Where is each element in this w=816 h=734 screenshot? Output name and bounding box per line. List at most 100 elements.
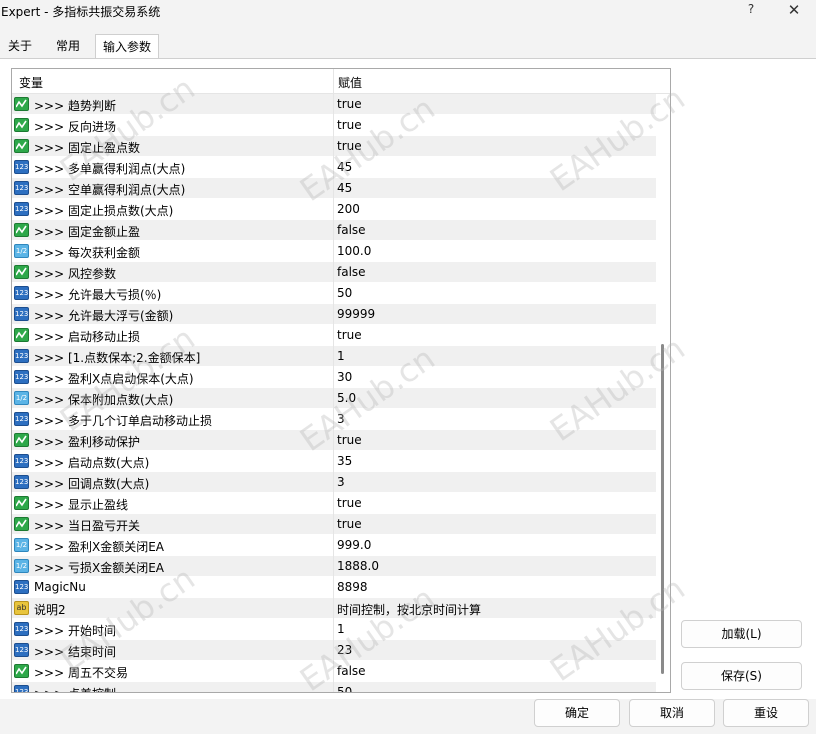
- parameter-row[interactable]: 123 >>> 空单赢得利润点(大点) 45: [12, 178, 656, 199]
- parameter-value[interactable]: 3: [337, 412, 345, 426]
- ok-button[interactable]: 确定: [534, 699, 620, 727]
- load-button[interactable]: 加载(L): [681, 620, 802, 648]
- parameter-row[interactable]: >>> 反向进场 true: [12, 115, 656, 136]
- cell-divider: [333, 178, 334, 199]
- parameter-value[interactable]: 时间控制，按北京时间计算: [337, 601, 481, 618]
- parameter-row[interactable]: 1/2 >>> 保本附加点数(大点) 5.0: [12, 388, 656, 409]
- parameter-value[interactable]: 8898: [337, 580, 368, 594]
- parameter-name: >>> 反向进场: [34, 120, 116, 134]
- parameter-value[interactable]: 35: [337, 454, 352, 468]
- parameter-value[interactable]: 5.0: [337, 391, 356, 405]
- cell-divider: [333, 367, 334, 388]
- parameter-value[interactable]: 99999: [337, 307, 375, 321]
- parameter-value[interactable]: false: [337, 265, 366, 279]
- parameter-value[interactable]: false: [337, 223, 366, 237]
- parameter-row[interactable]: >>> 显示止盈线 true: [12, 493, 656, 514]
- parameter-value[interactable]: 23: [337, 643, 352, 657]
- double-icon: 1/2: [14, 391, 29, 405]
- title-bar: Expert - 多指标共振交易系统 ? ✕: [0, 0, 816, 24]
- parameter-name: >>> 风控参数: [34, 267, 116, 281]
- parameter-value[interactable]: true: [337, 517, 362, 531]
- parameter-row[interactable]: >>> 固定金额止盈 false: [12, 220, 656, 241]
- parameter-value[interactable]: 45: [337, 181, 352, 195]
- bool-icon: [14, 664, 29, 678]
- bool-icon: [14, 223, 29, 237]
- parameter-value[interactable]: true: [337, 97, 362, 111]
- parameter-value[interactable]: 1: [337, 622, 345, 636]
- parameter-row[interactable]: >>> 盈利移动保护 true: [12, 430, 656, 451]
- vertical-scrollbar[interactable]: [656, 94, 670, 692]
- parameter-row[interactable]: 123 >>> 点差控制 50: [12, 682, 656, 692]
- int-icon: 123: [14, 349, 29, 363]
- cell-divider: [333, 640, 334, 661]
- parameter-value[interactable]: 50: [337, 685, 352, 692]
- cell-divider: [333, 346, 334, 367]
- int-icon: 123: [14, 622, 29, 636]
- window-title: Expert - 多指标共振交易系统: [1, 5, 161, 19]
- parameter-row[interactable]: 123 >>> 允许最大浮亏(金额) 99999: [12, 304, 656, 325]
- parameter-row[interactable]: 123 >>> 固定止损点数(大点) 200: [12, 199, 656, 220]
- parameter-value[interactable]: 1: [337, 349, 345, 363]
- parameter-value[interactable]: 999.0: [337, 538, 371, 552]
- parameter-value[interactable]: true: [337, 118, 362, 132]
- parameter-row[interactable]: 1/2 >>> 每次获利金额 100.0: [12, 241, 656, 262]
- parameter-value[interactable]: 100.0: [337, 244, 371, 258]
- parameter-row[interactable]: 123 >>> [1.点数保本;2.金额保本] 1: [12, 346, 656, 367]
- help-icon[interactable]: ?: [744, 2, 758, 16]
- parameter-value[interactable]: 1888.0: [337, 559, 379, 573]
- parameter-value[interactable]: 200: [337, 202, 360, 216]
- cell-divider: [333, 388, 334, 409]
- parameter-row[interactable]: 123 >>> 多于几个订单启动移动止损 3: [12, 409, 656, 430]
- close-icon[interactable]: ✕: [786, 1, 802, 19]
- reset-button[interactable]: 重设: [723, 699, 809, 727]
- parameter-value[interactable]: 3: [337, 475, 345, 489]
- cancel-button[interactable]: 取消: [629, 699, 715, 727]
- column-value-header[interactable]: 赋值: [338, 74, 362, 91]
- parameter-row[interactable]: >>> 固定止盈点数 true: [12, 136, 656, 157]
- parameter-row[interactable]: 123 >>> 结束时间 23: [12, 640, 656, 661]
- parameter-name: >>> 趋势判断: [34, 99, 116, 113]
- parameter-row[interactable]: >>> 当日盈亏开关 true: [12, 514, 656, 535]
- cell-divider: [333, 619, 334, 640]
- parameter-row[interactable]: 123 MagicNu 8898: [12, 577, 656, 598]
- parameter-value[interactable]: true: [337, 328, 362, 342]
- parameter-value[interactable]: 45: [337, 160, 352, 174]
- parameter-row[interactable]: ab 说明2 时间控制，按北京时间计算: [12, 598, 656, 619]
- parameter-value[interactable]: 30: [337, 370, 352, 384]
- tab-about[interactable]: 关于: [0, 34, 40, 58]
- parameter-row[interactable]: >>> 周五不交易 false: [12, 661, 656, 682]
- parameter-row[interactable]: 123 >>> 盈利X点启动保本(大点) 30: [12, 367, 656, 388]
- bool-icon: [14, 517, 29, 531]
- parameter-row[interactable]: 123 >>> 允许最大亏损(％) 50: [12, 283, 656, 304]
- save-button[interactable]: 保存(S): [681, 662, 802, 690]
- parameter-row[interactable]: 123 >>> 回调点数(大点) 3: [12, 472, 656, 493]
- parameter-row[interactable]: 123 >>> 启动点数(大点) 35: [12, 451, 656, 472]
- column-divider[interactable]: [333, 69, 334, 94]
- int-icon: 123: [14, 286, 29, 300]
- cell-divider: [333, 577, 334, 598]
- parameter-row[interactable]: 1/2 >>> 盈利X金额关闭EA 999.0: [12, 535, 656, 556]
- int-icon: 123: [14, 643, 29, 657]
- parameter-name: >>> 开始时间: [34, 624, 116, 638]
- parameter-row[interactable]: >>> 启动移动止损 true: [12, 325, 656, 346]
- parameter-name: >>> 盈利X金额关闭EA: [34, 540, 164, 554]
- parameter-row[interactable]: >>> 风控参数 false: [12, 262, 656, 283]
- int-icon: 123: [14, 202, 29, 216]
- parameter-value[interactable]: true: [337, 433, 362, 447]
- bool-icon: [14, 265, 29, 279]
- parameter-value[interactable]: 50: [337, 286, 352, 300]
- parameter-row[interactable]: 123 >>> 多单赢得利润点(大点) 45: [12, 157, 656, 178]
- parameter-row[interactable]: >>> 趋势判断 true: [12, 94, 656, 115]
- cell-divider: [333, 661, 334, 682]
- parameter-row[interactable]: 123 >>> 开始时间 1: [12, 619, 656, 640]
- tab-common[interactable]: 常用: [46, 34, 90, 58]
- parameter-value[interactable]: true: [337, 496, 362, 510]
- parameter-value[interactable]: false: [337, 664, 366, 678]
- parameter-name: >>> 结束时间: [34, 645, 116, 659]
- tab-inputs[interactable]: 输入参数: [95, 34, 159, 59]
- parameter-value[interactable]: true: [337, 139, 362, 153]
- parameter-row[interactable]: 1/2 >>> 亏损X金额关闭EA 1888.0: [12, 556, 656, 577]
- column-variable-header[interactable]: 变量: [19, 74, 43, 91]
- int-icon: 123: [14, 370, 29, 384]
- scrollbar-thumb[interactable]: [661, 344, 664, 674]
